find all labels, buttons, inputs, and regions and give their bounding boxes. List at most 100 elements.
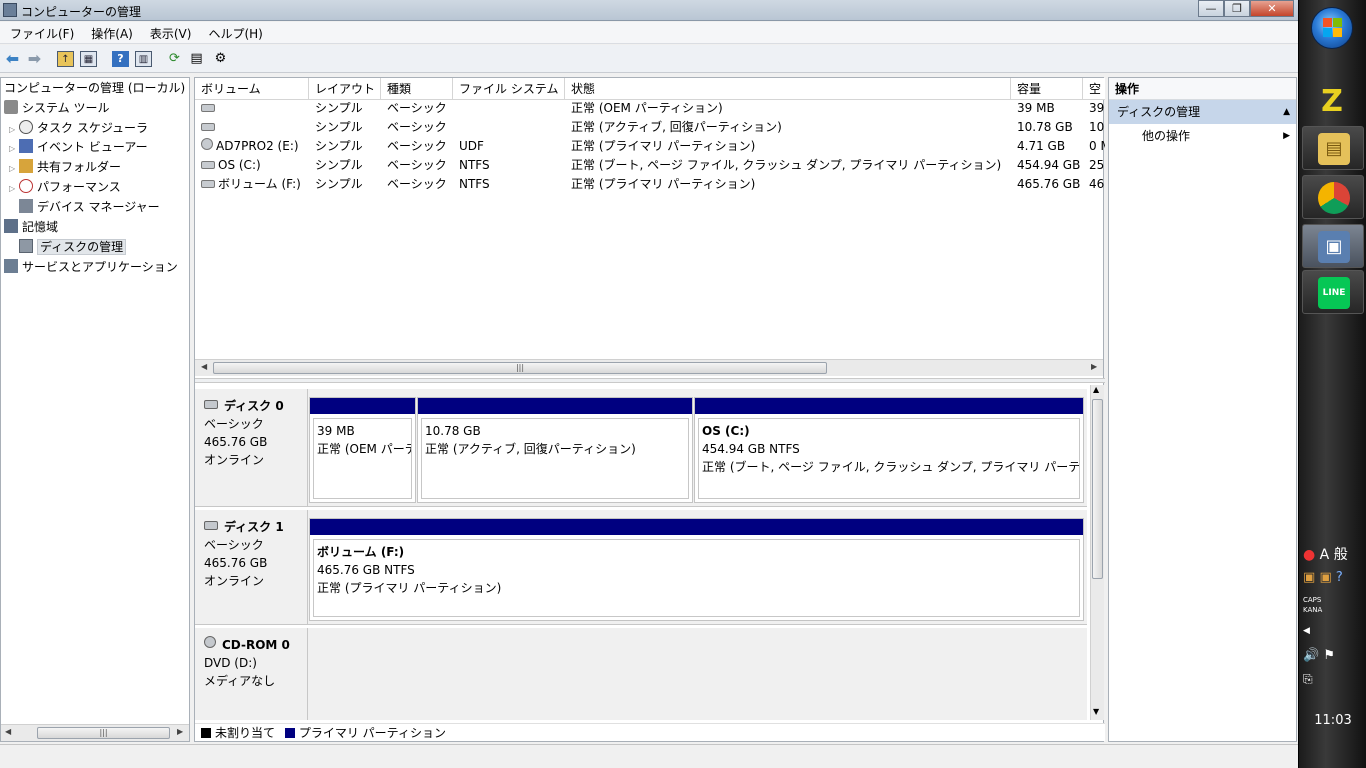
col-volume[interactable]: ボリューム <box>195 78 309 100</box>
disk-1-block[interactable]: ディスク 1 ベーシック 465.76 GB オンライン ボリューム (F:) … <box>195 510 1087 625</box>
actions-other-operations[interactable]: 他の操作 ▶ <box>1109 124 1296 148</box>
show-action-pane-icon[interactable]: ▥ <box>135 51 152 67</box>
tree-disk-management[interactable]: ディスクの管理 <box>19 238 127 256</box>
ime-mode[interactable]: A 般 <box>1320 547 1348 563</box>
forward-arrow-icon[interactable]: ➡ <box>26 51 43 67</box>
device-manager-icon <box>19 199 33 213</box>
pane-splitter[interactable] <box>195 378 1105 383</box>
scroll-right-icon[interactable]: ▶ <box>1091 362 1097 371</box>
volume-row[interactable]: シンプル ベーシック 正常 (アクティブ, 回復パーティション) 10.78 G… <box>195 118 1105 137</box>
scrollbar-thumb[interactable]: ||| <box>37 727 170 739</box>
properties-icon[interactable]: ▤ <box>188 51 205 67</box>
cd-drive-icon <box>204 636 216 648</box>
disk-1-label: ディスク 1 ベーシック 465.76 GB オンライン <box>195 510 308 624</box>
title-bar[interactable]: コンピューターの管理 — ❐ ✕ <box>0 0 1298 21</box>
volume-icon[interactable]: 🔊 <box>1303 648 1319 663</box>
up-folder-icon[interactable]: ↑ <box>57 51 74 67</box>
menu-bar: ファイル(F) 操作(A) 表示(V) ヘルプ(H) <box>0 22 1298 44</box>
expand-arrow-icon[interactable]: ▷ <box>9 160 19 178</box>
scroll-left-icon[interactable]: ◀ <box>201 362 207 371</box>
tree-device-manager[interactable]: デバイス マネージャー <box>19 198 160 216</box>
collapse-arrow-icon[interactable]: ▲ <box>1283 100 1290 124</box>
pin-icon[interactable]: ● <box>1303 547 1315 563</box>
scroll-down-icon[interactable]: ▼ <box>1093 707 1099 716</box>
scrollbar-thumb[interactable] <box>1092 399 1103 579</box>
show-hidden-icons-icon[interactable]: ◀ <box>1303 626 1310 646</box>
back-arrow-icon[interactable]: ⬅ <box>4 51 21 67</box>
tree-root[interactable]: コンピューターの管理 (ローカル) <box>4 79 185 97</box>
minimize-button[interactable]: — <box>1198 0 1224 17</box>
volume-icon <box>201 123 215 131</box>
taskbar-computer-management[interactable]: ▣ <box>1302 224 1364 268</box>
z-app-icon[interactable]: Z <box>1313 84 1351 120</box>
partition-oem[interactable]: 39 MB 正常 (OEM パーテ <box>309 397 416 503</box>
maximize-button[interactable]: ❐ <box>1224 0 1250 17</box>
submenu-arrow-icon: ▶ <box>1283 131 1290 141</box>
performance-icon <box>19 179 33 193</box>
tree-event-viewer[interactable]: ▷ イベント ビューアー <box>9 138 148 156</box>
menu-action[interactable]: 操作(A) <box>81 22 140 42</box>
settings-icon[interactable]: ⚙ <box>212 51 229 67</box>
disk-management-pane: ボリューム レイアウト 種類 ファイル システム 状態 容量 空 シンプル ベー… <box>194 77 1105 742</box>
col-free[interactable]: 空 <box>1083 78 1105 100</box>
actions-section-disk-management[interactable]: ディスクの管理 ▲ <box>1109 100 1296 124</box>
volume-row[interactable]: AD7PRO2 (E:) シンプル ベーシック UDF 正常 (プライマリ パー… <box>195 137 1105 156</box>
unallocated-swatch <box>201 728 211 738</box>
col-capacity[interactable]: 容量 <box>1011 78 1083 100</box>
tree-performance[interactable]: ▷ パフォーマンス <box>9 178 121 196</box>
scroll-up-icon[interactable]: ▲ <box>1093 385 1099 394</box>
show-tree-icon[interactable]: ▦ <box>80 51 97 67</box>
col-filesystem[interactable]: ファイル システム <box>453 78 565 100</box>
disk-view-vertical-scrollbar[interactable]: ▲ ▼ <box>1090 385 1104 720</box>
actions-header: 操作 <box>1109 78 1296 100</box>
windows-logo-icon <box>1323 18 1343 38</box>
partition-volume-f[interactable]: ボリューム (F:) 465.76 GB NTFS 正常 (プライマリ パーティ… <box>309 518 1084 621</box>
scroll-left-icon[interactable]: ◀ <box>5 727 11 736</box>
cdrom-0-block[interactable]: CD-ROM 0 DVD (D:) メディアなし <box>195 628 1087 720</box>
tree-shared-folders[interactable]: ▷ 共有フォルダー <box>9 158 121 176</box>
scrollbar-thumb[interactable]: ||| <box>213 362 827 374</box>
cd-drive-icon <box>201 138 213 150</box>
window-title: コンピューターの管理 <box>21 5 142 19</box>
box-icon[interactable]: ▣ <box>1319 570 1331 585</box>
partition-legend: 未割り当て プライマリ パーティション <box>195 723 1105 741</box>
taskbar-explorer[interactable]: ▤ <box>1302 126 1364 170</box>
expand-arrow-icon[interactable]: ▷ <box>9 121 19 139</box>
col-type[interactable]: 種類 <box>381 78 453 100</box>
tree-horizontal-scrollbar[interactable]: ◀ ||| ▶ <box>1 724 189 741</box>
taskbar-clock[interactable]: 11:03 <box>1299 713 1366 728</box>
network-icon[interactable]: ⎘ <box>1303 672 1313 692</box>
expand-arrow-icon[interactable]: ▷ <box>9 180 19 198</box>
tree-system-tools[interactable]: システム ツール <box>4 99 109 117</box>
volume-row[interactable]: ボリューム (F:) シンプル ベーシック NTFS 正常 (プライマリ パーテ… <box>195 175 1105 194</box>
menu-file[interactable]: ファイル(F) <box>0 22 81 42</box>
tree-storage[interactable]: 記憶域 <box>4 218 58 236</box>
flag-icon[interactable]: ⚑ <box>1323 648 1335 663</box>
menu-help[interactable]: ヘルプ(H) <box>198 22 269 42</box>
close-button[interactable]: ✕ <box>1250 0 1294 17</box>
taskbar-line[interactable]: LINE <box>1302 270 1364 314</box>
volume-row[interactable]: シンプル ベーシック 正常 (OEM パーティション) 39 MB 39 <box>195 99 1105 118</box>
refresh-icon[interactable]: ⟳ <box>166 51 183 67</box>
partition-recovery[interactable]: 10.78 GB 正常 (アクティブ, 回復パーティション) <box>417 397 693 503</box>
volume-list-horizontal-scrollbar[interactable]: ◀ ||| ▶ <box>195 359 1103 376</box>
help-icon[interactable]: ? <box>112 51 129 67</box>
disk-0-block[interactable]: ディスク 0 ベーシック 465.76 GB オンライン 39 MB 正常 (O… <box>195 389 1087 507</box>
col-layout[interactable]: レイアウト <box>309 78 381 100</box>
package-icon[interactable]: ▣ <box>1303 570 1315 585</box>
taskbar-chrome[interactable] <box>1302 175 1364 219</box>
disk-icon <box>19 239 33 253</box>
window-controls: — ❐ ✕ <box>1198 0 1294 18</box>
expand-arrow-icon[interactable]: ▷ <box>9 140 19 158</box>
tools-icon <box>4 100 18 114</box>
computer-management-icon <box>3 3 17 17</box>
volume-row[interactable]: OS (C:) シンプル ベーシック NTFS 正常 (ブート, ページ ファイ… <box>195 156 1105 175</box>
help-tray-icon[interactable]: ? <box>1336 570 1343 585</box>
tree-task-scheduler[interactable]: ▷ タスク スケジューラ <box>9 119 148 137</box>
start-button[interactable] <box>1311 7 1353 49</box>
col-status[interactable]: 状態 <box>565 78 1011 100</box>
scroll-right-icon[interactable]: ▶ <box>177 727 183 736</box>
menu-view[interactable]: 表示(V) <box>140 22 199 42</box>
tree-services-apps[interactable]: サービスとアプリケーション <box>4 258 178 276</box>
partition-os-c[interactable]: OS (C:) 454.94 GB NTFS 正常 (ブート, ページ ファイル… <box>694 397 1084 503</box>
